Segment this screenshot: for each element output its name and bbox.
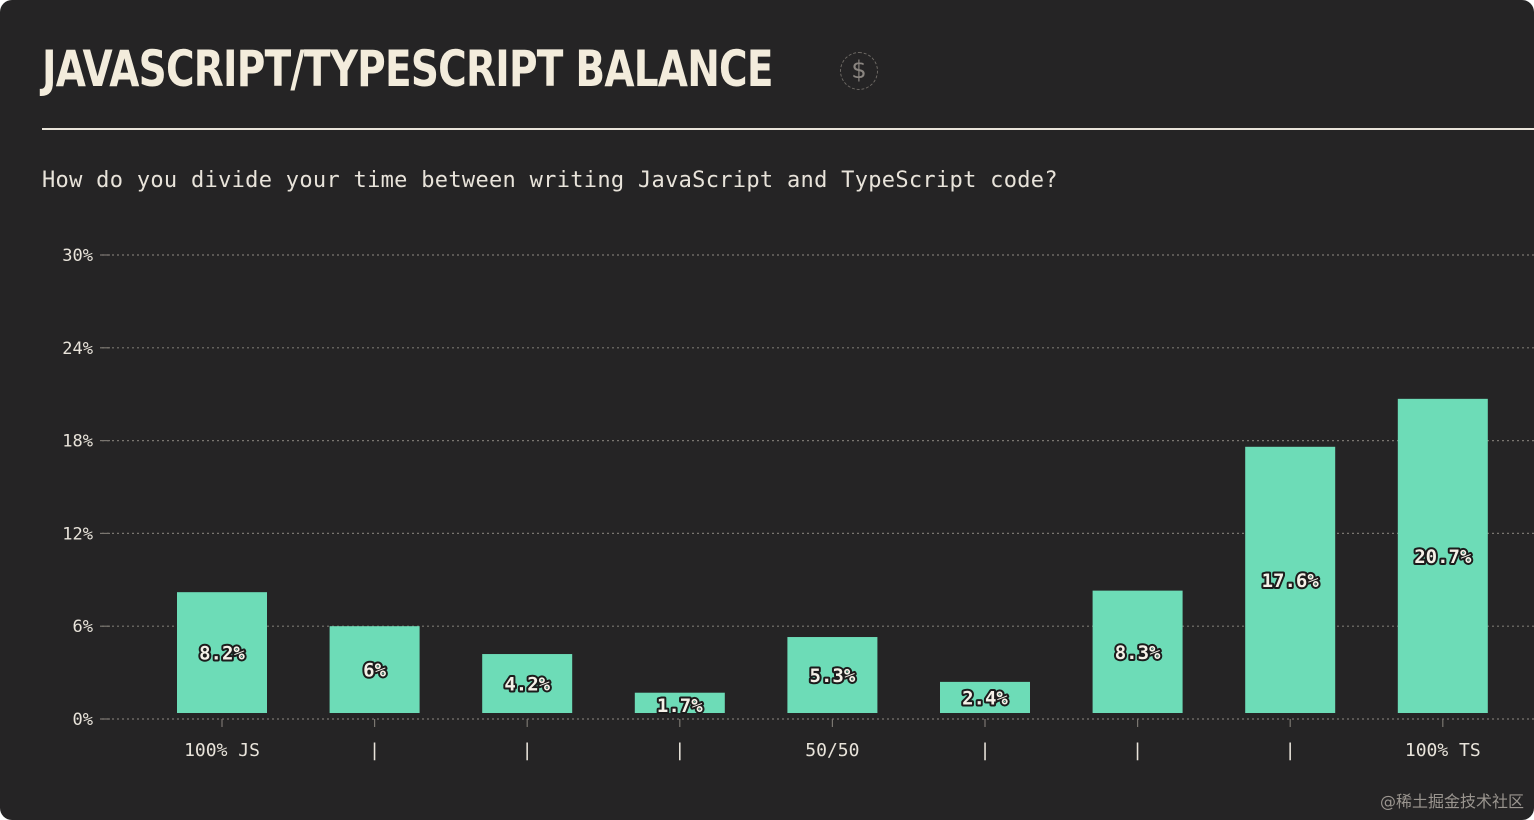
x-tick-label: 100% TS <box>1405 740 1481 761</box>
y-tick-label: 18% <box>62 432 93 452</box>
x-tick-label: | <box>1132 740 1143 761</box>
y-tick-label: 6% <box>73 617 93 637</box>
data-label: 4.2% <box>504 674 550 696</box>
bar-chart: 0% 6% 12% 18% 24% 30% 100% JS 8.2% | 6% | 4.2% | 1.7%… <box>62 246 1534 761</box>
y-tick-label: 0% <box>73 710 93 730</box>
x-tick-label: | <box>522 740 533 761</box>
data-label: 5.3% <box>810 665 856 687</box>
y-tick-label: 24% <box>62 339 93 359</box>
data-label: 8.2% <box>199 643 245 665</box>
y-tick-label: 12% <box>62 524 93 544</box>
x-tick-label: | <box>674 740 685 761</box>
watermark: @稀土掘金技术社区 <box>1379 792 1524 811</box>
x-tick-label: | <box>1285 740 1296 761</box>
x-tick-label: 100% JS <box>184 740 260 761</box>
data-label: 20.7% <box>1414 546 1472 568</box>
data-label: 17.6% <box>1262 570 1320 592</box>
data-label: 6% <box>363 660 386 682</box>
y-tick-label: 30% <box>62 246 93 266</box>
data-label: 1.7% <box>657 695 703 717</box>
x-tick-label: | <box>980 740 991 761</box>
x-tick-label: 50/50 <box>805 740 859 761</box>
data-label: 2.4% <box>962 687 1008 709</box>
chart-card: JAVASCRIPT/TYPESCRIPT BALANCE $ How do y… <box>0 0 1534 820</box>
x-tick-label: | <box>369 740 380 761</box>
data-label: 8.3% <box>1115 642 1161 664</box>
